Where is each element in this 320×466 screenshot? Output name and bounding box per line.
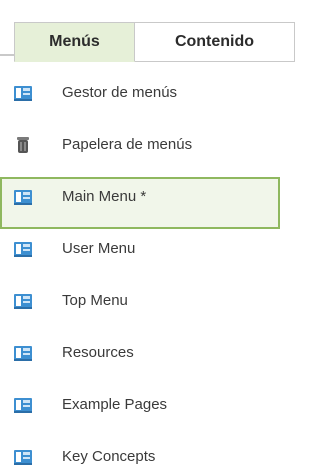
menu-item-label: Key Concepts [62,448,156,465]
menu-item-gestor[interactable]: Gestor de menús [0,73,280,125]
menu-item-label: Papelera de menús [62,136,193,153]
trash-icon [13,135,33,155]
tab-menus[interactable]: Menús [14,22,135,62]
menu-icon [13,395,33,415]
menu-item-label: Example Pages [62,396,168,413]
menu-icon [13,187,33,207]
menu-item-label: Resources [62,344,134,361]
tab-bar: Menús Contenido [0,0,295,62]
menu-item-user-menu[interactable]: User Menu [0,229,280,281]
tab-menus-label: Menús [49,33,100,50]
menu-icon [13,343,33,363]
menu-manager-icon [13,83,33,103]
menu-list: Gestor de menús Papelera de menús Main M… [0,73,280,466]
menu-item-resources[interactable]: Resources [0,333,280,385]
menu-item-main-menu[interactable]: Main Menu * [0,177,280,229]
menu-icon [13,291,33,311]
menu-item-example-pages[interactable]: Example Pages [0,385,280,437]
menu-item-label: Top Menu [62,292,128,309]
menu-item-label: Main Menu * [62,188,147,205]
menu-item-label: User Menu [62,240,136,257]
tab-contenido-label: Contenido [174,33,255,50]
menus-panel: Menús Contenido Gestor de menús Papelera… [0,0,295,466]
menu-item-papelera[interactable]: Papelera de menús [0,125,280,177]
menu-item-label: Gestor de menús [62,84,178,101]
menu-icon [13,239,33,259]
menu-icon [13,447,33,466]
menu-item-top-menu[interactable]: Top Menu [0,281,280,333]
menu-item-key-concepts[interactable]: Key Concepts [0,437,280,466]
tab-contenido[interactable]: Contenido [135,22,295,62]
